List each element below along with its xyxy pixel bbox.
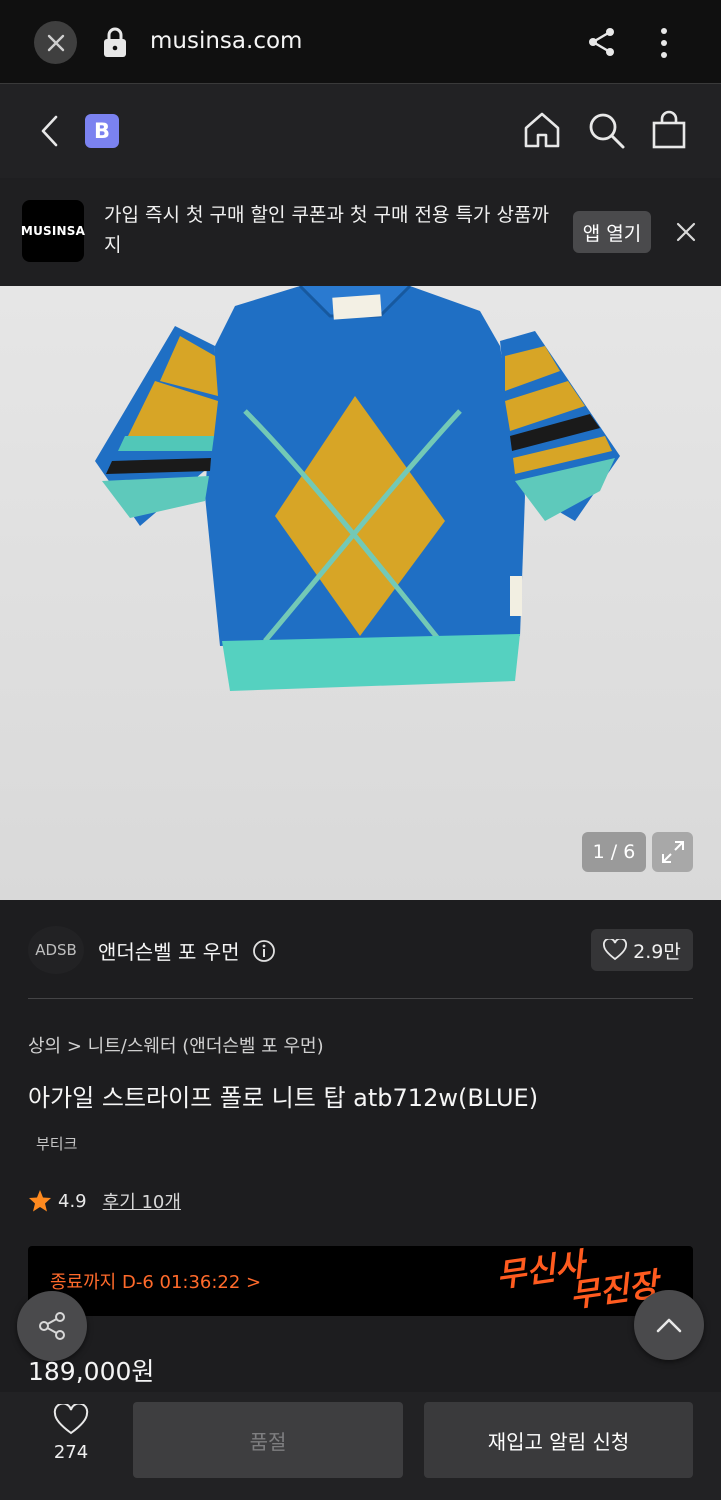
back-icon[interactable] (36, 112, 64, 150)
share-icon[interactable] (586, 26, 618, 58)
more-vert-icon[interactable] (652, 26, 676, 60)
product-price: 189,000원 (28, 1357, 155, 1386)
restock-alert-button[interactable]: 재입고 알림 신청 (424, 1402, 693, 1478)
wishlist-button[interactable]: 274 (44, 1404, 98, 1474)
expand-image-button[interactable] (652, 832, 693, 872)
brand-logo[interactable]: ADSB (28, 926, 84, 974)
boutique-badge[interactable]: B (85, 114, 119, 148)
info-icon[interactable] (252, 939, 276, 963)
scroll-top-button[interactable] (634, 1290, 704, 1360)
close-icon[interactable] (674, 220, 698, 244)
address-bar-url[interactable]: musinsa.com (150, 28, 302, 54)
product-image[interactable] (0, 286, 721, 900)
category-breadcrumb[interactable]: 상의 > 니트/스웨터 (앤더슨벨 포 우먼) (28, 1032, 324, 1058)
product-title: 아가일 스트라이프 폴로 니트 탑 atb712w(BLUE) (28, 1084, 539, 1112)
wishlist-count: 274 (53, 1442, 89, 1463)
sale-countdown-banner[interactable]: 종료까지 D-6 01:36:22 > 무신사 무진장 (28, 1246, 693, 1316)
knit-top-illustration (95, 286, 620, 691)
close-icon (47, 34, 64, 51)
brand-like-count: 2.9만 (633, 940, 681, 963)
promo-text: 가입 즉시 첫 구매 할인 쿠폰과 첫 구매 전용 특가 상품까지 (104, 204, 549, 256)
rating-value: 4.9 (58, 1190, 87, 1212)
search-icon[interactable] (586, 110, 626, 150)
heart-icon (603, 939, 628, 961)
share-button[interactable] (17, 1291, 87, 1361)
chevron-up-icon (656, 1318, 682, 1333)
heart-icon (53, 1404, 89, 1435)
open-app-button[interactable]: 앱 열기 (573, 211, 651, 253)
home-icon[interactable] (522, 110, 562, 150)
browser-toolbar: musinsa.com (0, 0, 721, 84)
musinsa-logo: MUSINSA (21, 200, 85, 262)
sale-event-logo: 무신사 무진장 (494, 1246, 660, 1316)
divider (28, 998, 693, 999)
rating-summary: 4.9 후기 10개 (28, 1188, 181, 1214)
close-tab-button[interactable] (34, 21, 77, 64)
soldout-button[interactable]: 품절 (133, 1402, 403, 1478)
expand-icon (661, 841, 684, 863)
image-counter: 1 / 6 (582, 832, 646, 872)
countdown-text: 종료까지 D-6 01:36:22 > (50, 1272, 262, 1293)
share-icon (39, 1312, 65, 1340)
star-icon (29, 1190, 51, 1212)
cart-icon[interactable] (650, 110, 688, 150)
app-header: B (0, 84, 721, 178)
brand-name[interactable]: 앤더슨벨 포 우먼 (98, 936, 240, 965)
lock-icon (104, 27, 126, 57)
brand-like-button[interactable]: 2.9만 (591, 929, 693, 971)
reviews-link[interactable]: 후기 10개 (103, 1188, 181, 1214)
store-tag: 부티크 (36, 1135, 78, 1153)
